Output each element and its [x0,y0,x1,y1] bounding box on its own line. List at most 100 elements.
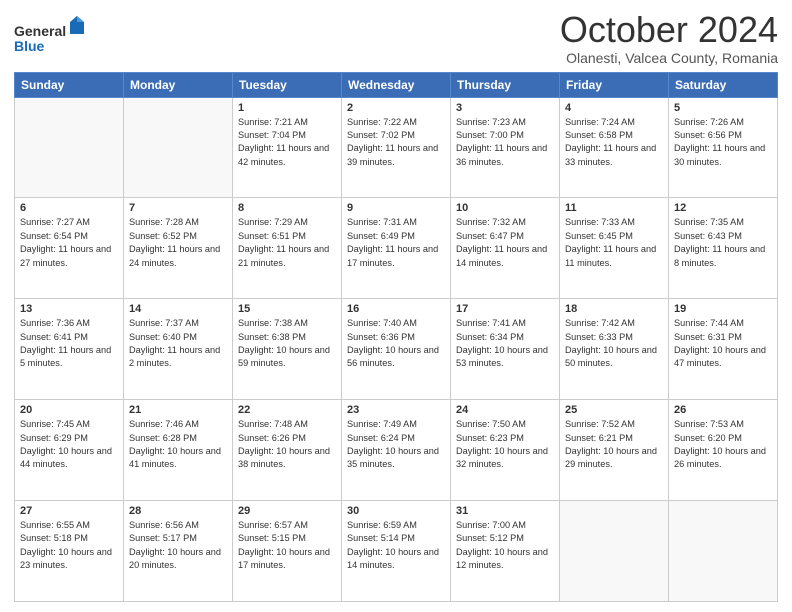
day-number: 28 [129,505,227,517]
calendar-cell: 11Sunrise: 7:33 AMSunset: 6:45 PMDayligh… [560,198,669,299]
calendar-cell: 7Sunrise: 7:28 AMSunset: 6:52 PMDaylight… [124,198,233,299]
day-number: 11 [565,202,663,214]
page: General Blue October 2024 Olanesti, Valc… [0,0,792,612]
day-number: 16 [347,303,445,315]
calendar-week-5: 27 Sunrise: 6:55 AMSunset: 5:18 PMDayligh… [15,501,778,602]
calendar-week-4: 20 Sunrise: 7:45 AMSunset: 6:29 PMDayligh… [15,400,778,501]
day-detail: Sunrise: 7:52 AMSunset: 6:21 PMDaylight:… [565,418,663,471]
day-detail: Sunrise: 7:23 AMSunset: 7:00 PMDaylight:… [456,116,554,169]
day-number: 6 [20,202,118,214]
calendar-cell: 14 Sunrise: 7:37 AMSunset: 6:40 PMDayligh… [124,299,233,400]
day-number: 18 [565,303,663,315]
day-detail: Sunrise: 7:40 AMSunset: 6:36 PMDaylight:… [347,317,445,370]
calendar-cell: 12 Sunrise: 7:35 AMSunset: 6:43 PMDayligh… [669,198,778,299]
day-number: 24 [456,404,554,416]
calendar-cell: 26 Sunrise: 7:53 AMSunset: 6:20 PMDayligh… [669,400,778,501]
logo-icon [68,14,86,36]
calendar-cell [15,97,124,198]
day-number: 12 [674,202,772,214]
title-area: October 2024 Olanesti, Valcea County, Ro… [560,10,778,66]
day-detail: Sunrise: 7:21 AMSunset: 7:04 PMDaylight:… [238,116,336,169]
calendar-cell: 10 Sunrise: 7:32 AMSunset: 6:47 PMDayligh… [451,198,560,299]
day-detail: Sunrise: 7:22 AMSunset: 7:02 PMDaylight:… [347,116,445,169]
day-detail: Sunrise: 7:35 AMSunset: 6:43 PMDaylight:… [674,216,772,269]
day-detail: Sunrise: 7:49 AMSunset: 6:24 PMDaylight:… [347,418,445,471]
calendar-cell: 21 Sunrise: 7:46 AMSunset: 6:28 PMDayligh… [124,400,233,501]
calendar-cell: 13 Sunrise: 7:36 AMSunset: 6:41 PMDayligh… [15,299,124,400]
calendar-cell: 29Sunrise: 6:57 AMSunset: 5:15 PMDayligh… [233,501,342,602]
calendar-cell: 9Sunrise: 7:31 AMSunset: 6:49 PMDaylight… [342,198,451,299]
day-detail: Sunrise: 7:32 AMSunset: 6:47 PMDaylight:… [456,216,554,269]
day-detail: Sunrise: 7:27 AMSunset: 6:54 PMDaylight:… [20,216,118,269]
calendar-week-3: 13 Sunrise: 7:36 AMSunset: 6:41 PMDayligh… [15,299,778,400]
day-detail: Sunrise: 7:38 AMSunset: 6:38 PMDaylight:… [238,317,336,370]
calendar-cell [669,501,778,602]
day-detail: Sunrise: 7:29 AMSunset: 6:51 PMDaylight:… [238,216,336,269]
calendar-table: SundayMondayTuesdayWednesdayThursdayFrid… [14,72,778,602]
calendar-cell [560,501,669,602]
location: Olanesti, Valcea County, Romania [560,50,778,66]
calendar-cell [124,97,233,198]
day-number: 22 [238,404,336,416]
day-detail: Sunrise: 6:56 AMSunset: 5:17 PMDaylight:… [129,519,227,572]
day-number: 27 [20,505,118,517]
day-number: 21 [129,404,227,416]
day-detail: Sunrise: 7:00 AMSunset: 5:12 PMDaylight:… [456,519,554,572]
day-detail: Sunrise: 7:44 AMSunset: 6:31 PMDaylight:… [674,317,772,370]
calendar-cell: 20 Sunrise: 7:45 AMSunset: 6:29 PMDayligh… [15,400,124,501]
calendar-cell: 24 Sunrise: 7:50 AMSunset: 6:23 PMDayligh… [451,400,560,501]
day-detail: Sunrise: 7:37 AMSunset: 6:40 PMDaylight:… [129,317,227,370]
day-detail: Sunrise: 7:36 AMSunset: 6:41 PMDaylight:… [20,317,118,370]
day-detail: Sunrise: 7:46 AMSunset: 6:28 PMDaylight:… [129,418,227,471]
logo: General Blue [14,14,86,55]
calendar-cell: 6 Sunrise: 7:27 AMSunset: 6:54 PMDaylight… [15,198,124,299]
calendar-cell: 18 Sunrise: 7:42 AMSunset: 6:33 PMDayligh… [560,299,669,400]
weekday-header-friday: Friday [560,72,669,97]
day-number: 1 [238,102,336,114]
calendar-cell: 25 Sunrise: 7:52 AMSunset: 6:21 PMDayligh… [560,400,669,501]
weekday-header-row: SundayMondayTuesdayWednesdayThursdayFrid… [15,72,778,97]
day-detail: Sunrise: 7:28 AMSunset: 6:52 PMDaylight:… [129,216,227,269]
logo-blue: Blue [14,38,44,54]
day-number: 31 [456,505,554,517]
day-number: 8 [238,202,336,214]
day-number: 14 [129,303,227,315]
day-number: 17 [456,303,554,315]
calendar-cell: 27 Sunrise: 6:55 AMSunset: 5:18 PMDayligh… [15,501,124,602]
calendar-cell: 8 Sunrise: 7:29 AMSunset: 6:51 PMDaylight… [233,198,342,299]
day-detail: Sunrise: 7:24 AMSunset: 6:58 PMDaylight:… [565,116,663,169]
day-number: 15 [238,303,336,315]
day-number: 2 [347,102,445,114]
day-number: 4 [565,102,663,114]
day-detail: Sunrise: 7:42 AMSunset: 6:33 PMDaylight:… [565,317,663,370]
weekday-header-monday: Monday [124,72,233,97]
weekday-header-tuesday: Tuesday [233,72,342,97]
calendar-cell: 17Sunrise: 7:41 AMSunset: 6:34 PMDayligh… [451,299,560,400]
day-detail: Sunrise: 7:45 AMSunset: 6:29 PMDaylight:… [20,418,118,471]
calendar-cell: 1 Sunrise: 7:21 AMSunset: 7:04 PMDaylight… [233,97,342,198]
day-number: 23 [347,404,445,416]
calendar-cell: 23 Sunrise: 7:49 AMSunset: 6:24 PMDayligh… [342,400,451,501]
day-number: 26 [674,404,772,416]
day-detail: Sunrise: 6:55 AMSunset: 5:18 PMDaylight:… [20,519,118,572]
day-number: 13 [20,303,118,315]
day-number: 20 [20,404,118,416]
day-number: 25 [565,404,663,416]
calendar-week-1: 1 Sunrise: 7:21 AMSunset: 7:04 PMDaylight… [15,97,778,198]
day-detail: Sunrise: 7:53 AMSunset: 6:20 PMDaylight:… [674,418,772,471]
header: General Blue October 2024 Olanesti, Valc… [14,10,778,66]
day-number: 9 [347,202,445,214]
calendar-cell: 28 Sunrise: 6:56 AMSunset: 5:17 PMDayligh… [124,501,233,602]
day-number: 10 [456,202,554,214]
day-detail: Sunrise: 6:59 AMSunset: 5:14 PMDaylight:… [347,519,445,572]
weekday-header-thursday: Thursday [451,72,560,97]
weekday-header-saturday: Saturday [669,72,778,97]
day-detail: Sunrise: 7:50 AMSunset: 6:23 PMDaylight:… [456,418,554,471]
calendar-cell: 22Sunrise: 7:48 AMSunset: 6:26 PMDayligh… [233,400,342,501]
logo-general: General [14,23,66,39]
day-number: 5 [674,102,772,114]
day-detail: Sunrise: 6:57 AMSunset: 5:15 PMDaylight:… [238,519,336,572]
calendar-cell: 5Sunrise: 7:26 AMSunset: 6:56 PMDaylight… [669,97,778,198]
calendar-week-2: 6 Sunrise: 7:27 AMSunset: 6:54 PMDaylight… [15,198,778,299]
calendar-cell: 4 Sunrise: 7:24 AMSunset: 6:58 PMDaylight… [560,97,669,198]
